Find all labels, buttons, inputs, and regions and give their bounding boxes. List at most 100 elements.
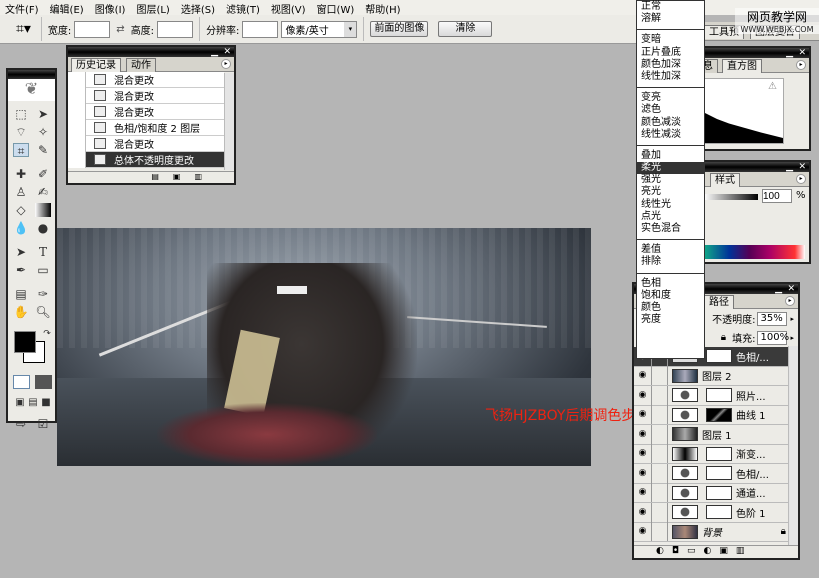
blend-option[interactable]: 颜色加深 — [637, 59, 704, 71]
layer-row[interactable]: ◉ 渐变... — [634, 444, 790, 464]
foreground-color-swatch[interactable] — [14, 331, 36, 353]
history-scrollbar[interactable] — [224, 73, 234, 170]
blur-tool-icon[interactable]: 💧 — [13, 221, 29, 235]
add-mask-icon[interactable]: ◘ — [672, 546, 687, 556]
layer-style-icon[interactable]: ◐ — [656, 546, 672, 556]
history-item[interactable]: 色相/饱和度 2 图层 — [68, 119, 224, 136]
opacity-arrow-icon[interactable]: ▸ — [790, 315, 794, 323]
full-screen-icon[interactable]: ■ — [38, 396, 54, 410]
layers-scrollbar[interactable] — [788, 346, 798, 546]
menu-window[interactable]: 窗口(W) — [312, 0, 361, 16]
dodge-tool-icon[interactable]: ● — [35, 221, 51, 235]
blend-option[interactable]: 线性减淡 — [637, 129, 704, 141]
menu-view[interactable]: 视图(V) — [266, 0, 312, 16]
quick-mask-on-icon[interactable] — [35, 375, 52, 389]
blend-option[interactable]: 点光 — [637, 211, 704, 223]
slice-tool-icon[interactable]: ✎ — [35, 143, 51, 157]
blend-option[interactable]: 亮度 — [637, 314, 704, 326]
panel-menu-icon[interactable]: ▸ — [221, 59, 231, 69]
brush-tool-icon[interactable]: ✐ — [35, 167, 51, 181]
healing-brush-icon[interactable]: ✚ — [13, 167, 29, 181]
notes-tool-icon[interactable]: ▤ — [13, 287, 29, 301]
layer-row[interactable]: ◉ 色阶 1 — [634, 502, 790, 523]
fill-input[interactable]: 100% — [757, 330, 789, 345]
layer-row[interactable]: ◉ 背景 🔒︎ — [634, 522, 790, 542]
eye-icon[interactable]: ◉ — [634, 405, 652, 425]
snapshot-icon[interactable]: ▣ — [173, 172, 195, 181]
history-item-selected[interactable]: 总体不透明度更改 — [68, 151, 224, 168]
jump-to-imageready-icon[interactable]: ⇨ — [13, 417, 29, 431]
blend-option[interactable]: 饱和度 — [637, 290, 704, 302]
eye-icon[interactable]: ◉ — [634, 502, 652, 522]
blend-option[interactable]: 色相 — [637, 278, 704, 290]
eye-icon[interactable]: ◉ — [634, 424, 652, 444]
new-layer-icon[interactable]: ▣ — [719, 546, 736, 556]
type-tool-icon[interactable]: T — [35, 245, 51, 259]
history-item[interactable]: 混合更改 — [68, 87, 224, 104]
blend-option[interactable]: 溶解 — [637, 13, 704, 25]
eye-icon[interactable]: ◉ — [634, 444, 652, 464]
marquee-tool-icon[interactable]: ⬚ — [13, 107, 29, 121]
history-item[interactable]: 混合更改 — [68, 103, 224, 120]
shape-tool-icon[interactable]: ▭ — [35, 263, 51, 277]
lock-icon[interactable]: 🔒︎ — [721, 332, 726, 343]
hand-tool-icon[interactable]: ✋ — [13, 305, 29, 319]
blend-option[interactable]: 变亮 — [637, 92, 704, 104]
blend-option[interactable]: 线性加深 — [637, 71, 704, 83]
panel-menu-icon[interactable]: ▸ — [785, 296, 795, 306]
layer-row[interactable]: ◉ 图层 1 — [634, 424, 790, 445]
value-input[interactable] — [762, 189, 792, 203]
history-item[interactable]: 混合更改 — [68, 135, 224, 152]
lasso-tool-icon[interactable]: ⌔ — [13, 125, 29, 139]
blend-option[interactable]: 叠加 — [637, 150, 704, 162]
slider-track[interactable] — [704, 194, 758, 200]
tab-actions[interactable]: 动作 — [126, 58, 156, 72]
layer-row[interactable]: ◉ 图层 2 — [634, 366, 790, 386]
blend-option-selected[interactable]: 柔光 — [637, 162, 704, 175]
trash-icon[interactable]: ▥ — [736, 546, 753, 556]
magic-wand-icon[interactable]: ✧ — [35, 125, 51, 139]
tab-histogram[interactable]: 直方图 — [722, 59, 762, 73]
height-input[interactable] — [157, 20, 194, 38]
tab-history[interactable]: 历史记录 — [71, 58, 121, 72]
width-input[interactable] — [74, 20, 111, 38]
gradient-tool-icon[interactable] — [35, 203, 51, 217]
blend-mode-dropdown[interactable]: 正常 溶解 变暗 正片叠底 颜色加深 线性加深 变亮 滤色 颜色减淡 线性减淡 … — [636, 0, 705, 359]
layer-row[interactable]: ◉ 色相/... — [634, 463, 790, 484]
eye-icon[interactable]: ◉ — [634, 385, 652, 405]
tab-styles[interactable]: 样式 — [710, 173, 740, 187]
crop-tool-preset-icon[interactable]: ⌗▾ — [16, 21, 31, 37]
new-group-icon[interactable]: ▭ — [687, 546, 704, 556]
panel-menu-icon[interactable]: ▸ — [796, 174, 806, 184]
menu-filter[interactable]: 滤镜(T) — [221, 0, 266, 16]
fill-arrow-icon[interactable]: ▸ — [790, 334, 794, 342]
blend-option[interactable]: 滤色 — [637, 104, 704, 116]
eye-icon[interactable]: ◉ — [634, 483, 652, 503]
history-item[interactable]: 混合更改 — [68, 71, 224, 88]
checkmark-icon[interactable]: ☑ — [35, 417, 51, 431]
blend-option[interactable]: 变暗 — [637, 34, 704, 46]
eye-icon[interactable]: ◉ — [634, 463, 652, 483]
clone-stamp-icon[interactable]: ♙ — [13, 185, 29, 199]
blend-option[interactable]: 颜色 — [637, 302, 704, 314]
blend-option[interactable]: 实色混合 — [637, 223, 704, 235]
opacity-input[interactable]: 35% — [757, 311, 788, 326]
crop-tool-icon[interactable]: ⌗ — [13, 143, 29, 158]
menu-edit[interactable]: 编辑(E) — [45, 0, 90, 16]
swap-icon[interactable]: ⇄ — [116, 24, 124, 35]
close-icon[interactable]: ✕ — [798, 48, 806, 58]
new-document-icon[interactable]: ▤ — [151, 172, 173, 181]
layer-row[interactable]: ◉ 通道... — [634, 483, 790, 503]
blend-option[interactable]: 正常 — [637, 1, 704, 13]
blend-option[interactable]: 排除 — [637, 256, 704, 268]
front-image-button[interactable]: 前面的图像 — [370, 21, 429, 37]
eye-icon[interactable]: ◉ — [634, 522, 652, 542]
blend-option[interactable]: 正片叠底 — [637, 47, 704, 59]
clear-button[interactable]: 清除 — [438, 21, 493, 37]
menu-help[interactable]: 帮助(H) — [360, 0, 406, 16]
tab-paths[interactable]: 路径 — [704, 295, 734, 309]
pen-tool-icon[interactable]: ✒ — [13, 263, 29, 277]
panel-menu-icon[interactable]: ▸ — [796, 60, 806, 70]
layer-row[interactable]: ◉ 照片... — [634, 385, 790, 406]
eraser-tool-icon[interactable]: ◇ — [13, 203, 29, 217]
